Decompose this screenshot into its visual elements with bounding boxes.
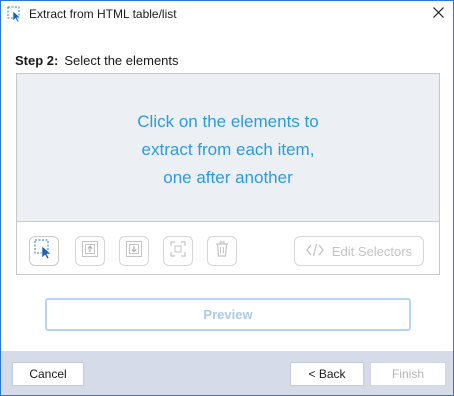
selection-cursor-icon (7, 6, 23, 23)
selection-panel[interactable]: Click on the elements to extract from ea… (16, 73, 440, 275)
code-icon (306, 243, 324, 260)
select-child-icon (124, 239, 144, 264)
instruction-message: Click on the elements to extract from ea… (17, 108, 439, 192)
step-heading: Step 2: Select the elements (15, 53, 179, 68)
instruction-line: extract from each item, (141, 140, 315, 159)
close-button[interactable] (423, 1, 453, 27)
select-parent-icon (80, 239, 100, 264)
select-element-icon (33, 238, 55, 265)
close-icon (432, 5, 444, 23)
title-bar: Extract from HTML table/list (1, 1, 453, 29)
step-number: Step 2: (15, 53, 59, 68)
select-child-button[interactable] (119, 236, 149, 266)
dialog-window: Extract from HTML table/list Step 2: Sele… (0, 0, 454, 396)
back-button[interactable]: < Back (290, 362, 364, 386)
edit-selectors-button[interactable]: Edit Selectors (294, 236, 424, 266)
finish-button[interactable]: Finish (370, 362, 446, 386)
delete-icon (212, 239, 232, 264)
preview-button[interactable]: Preview (45, 298, 411, 331)
delete-button[interactable] (207, 236, 237, 266)
dialog-footer: Cancel < Back Finish (1, 351, 453, 395)
cancel-button[interactable]: Cancel (12, 362, 84, 386)
window-title: Extract from HTML table/list (29, 7, 177, 21)
step-description: Select the elements (64, 53, 179, 68)
edit-selectors-label: Edit Selectors (331, 243, 413, 259)
instruction-line: Click on the elements to (137, 112, 319, 131)
instruction-line: one after another (163, 168, 293, 187)
selection-toolbar: Edit Selectors (17, 221, 439, 274)
focus-element-icon (168, 239, 188, 264)
select-parent-button[interactable] (75, 236, 105, 266)
focus-element-button[interactable] (163, 236, 193, 266)
select-element-button[interactable] (29, 236, 59, 266)
